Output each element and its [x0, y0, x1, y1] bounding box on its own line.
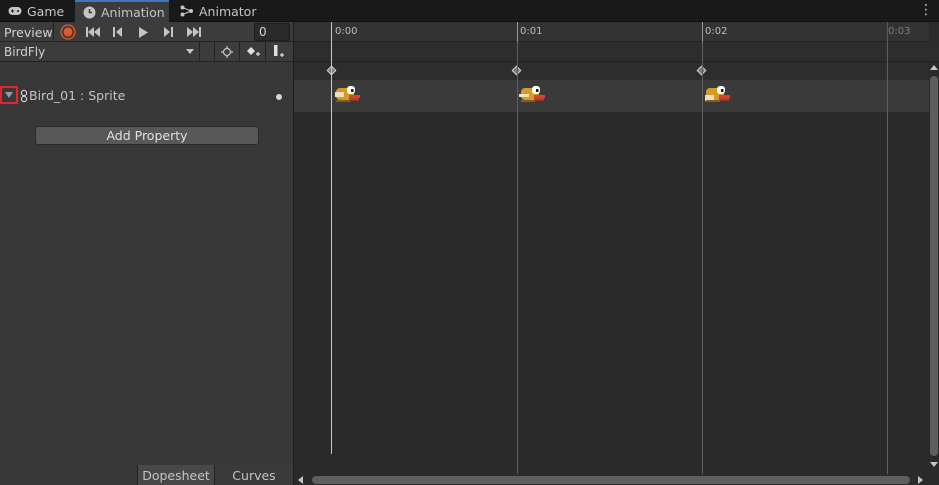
sprite-keyframe-row[interactable]: [294, 80, 929, 113]
filter-by-selection-button[interactable]: [214, 42, 240, 62]
tab-animation[interactable]: Animation: [75, 0, 169, 22]
add-event-icon: [274, 45, 284, 57]
play-button[interactable]: [131, 22, 155, 42]
ruler-end: [929, 22, 939, 42]
tab-animation-label: Animation: [101, 4, 165, 20]
tab-dopesheet[interactable]: Dopesheet: [137, 465, 214, 485]
horizontal-scrollbar-thumb[interactable]: [312, 476, 910, 484]
add-property-button[interactable]: Add Property: [35, 126, 259, 145]
sprite-renderer-icon: [20, 89, 28, 103]
scroll-down-icon[interactable]: [930, 462, 938, 467]
window-tab-bar: Game Animation Animator ⋮: [0, 0, 939, 22]
scroll-up-icon[interactable]: [930, 65, 938, 70]
next-keyframe-button[interactable]: [156, 22, 180, 42]
view-mode-tabs: Dopesheet Curves: [0, 465, 293, 485]
gamepad-icon: [8, 4, 22, 18]
clock-icon: [83, 5, 96, 19]
ruler-label-3: 0:03: [888, 26, 911, 37]
more-options-icon[interactable]: ⋮: [919, 2, 933, 18]
ruler-tick: [702, 22, 703, 42]
tab-game[interactable]: Game: [0, 0, 72, 22]
vertical-scrollbar[interactable]: [929, 62, 939, 472]
skip-to-end-icon: [187, 27, 201, 37]
ruler-label-1: 0:01: [520, 26, 543, 37]
playback-toolbar: Preview 0: [0, 22, 293, 42]
property-options-button[interactable]: [276, 94, 282, 100]
horizontal-scrollbar[interactable]: [294, 474, 929, 485]
bird-sprite-keyframe[interactable]: [518, 82, 546, 106]
ruler-tick: [517, 22, 518, 42]
play-icon: [138, 26, 148, 38]
hierarchy-panel: Preview 0 BirdFly Bird_01: Sprite Add P…: [0, 22, 293, 485]
summary-keyframes-row[interactable]: [294, 62, 939, 80]
property-foldout-toggle[interactable]: [0, 86, 18, 104]
first-keyframe-button[interactable]: [81, 22, 105, 42]
previous-keyframe-button[interactable]: [106, 22, 130, 42]
frame-gridline: [517, 42, 518, 474]
bird-sprite-keyframe[interactable]: [703, 82, 731, 106]
ruler-label-0: 0:00: [335, 26, 358, 37]
scroll-right-icon[interactable]: [918, 476, 923, 484]
tab-animator[interactable]: Animator: [172, 0, 256, 22]
property-label: Bird_01 : Sprite: [29, 88, 126, 103]
triangle-down-icon: [5, 92, 13, 98]
scroll-left-icon[interactable]: [298, 476, 303, 484]
last-keyframe-button[interactable]: [182, 22, 206, 42]
frame-number-field[interactable]: 0: [254, 23, 290, 41]
timeline-panel[interactable]: 0:00 0:01 0:02 0:03: [294, 22, 939, 485]
add-event-button[interactable]: [266, 42, 292, 62]
vertical-scrollbar-thumb[interactable]: [930, 76, 938, 456]
frame-gridline: [702, 42, 703, 474]
add-keyframe-icon: [246, 47, 260, 56]
chevron-down-icon: [186, 49, 194, 54]
clip-toolbar: BirdFly: [0, 42, 293, 62]
skip-to-start-icon: [86, 27, 100, 37]
crosshair-icon: [221, 46, 233, 58]
record-button[interactable]: [56, 22, 80, 42]
preview-button[interactable]: Preview: [0, 22, 54, 42]
tab-game-label: Game: [27, 3, 65, 19]
step-forward-icon: [164, 27, 173, 37]
record-icon: [60, 24, 76, 40]
playhead-line[interactable]: [331, 22, 332, 454]
add-keyframe-button[interactable]: [240, 42, 266, 62]
clip-selector-dropdown[interactable]: BirdFly: [0, 42, 200, 62]
tab-animator-label: Animator: [199, 3, 257, 19]
frame-gridline: [887, 42, 888, 474]
events-row[interactable]: [294, 42, 939, 62]
bird-sprite-keyframe[interactable]: [333, 82, 361, 106]
step-back-icon: [113, 27, 122, 37]
ruler-label-2: 0:02: [705, 26, 728, 37]
clip-name: BirdFly: [4, 45, 46, 59]
time-ruler[interactable]: 0:00 0:01 0:02 0:03: [294, 22, 939, 42]
animator-icon: [180, 4, 194, 18]
tab-curves[interactable]: Curves: [214, 465, 293, 485]
